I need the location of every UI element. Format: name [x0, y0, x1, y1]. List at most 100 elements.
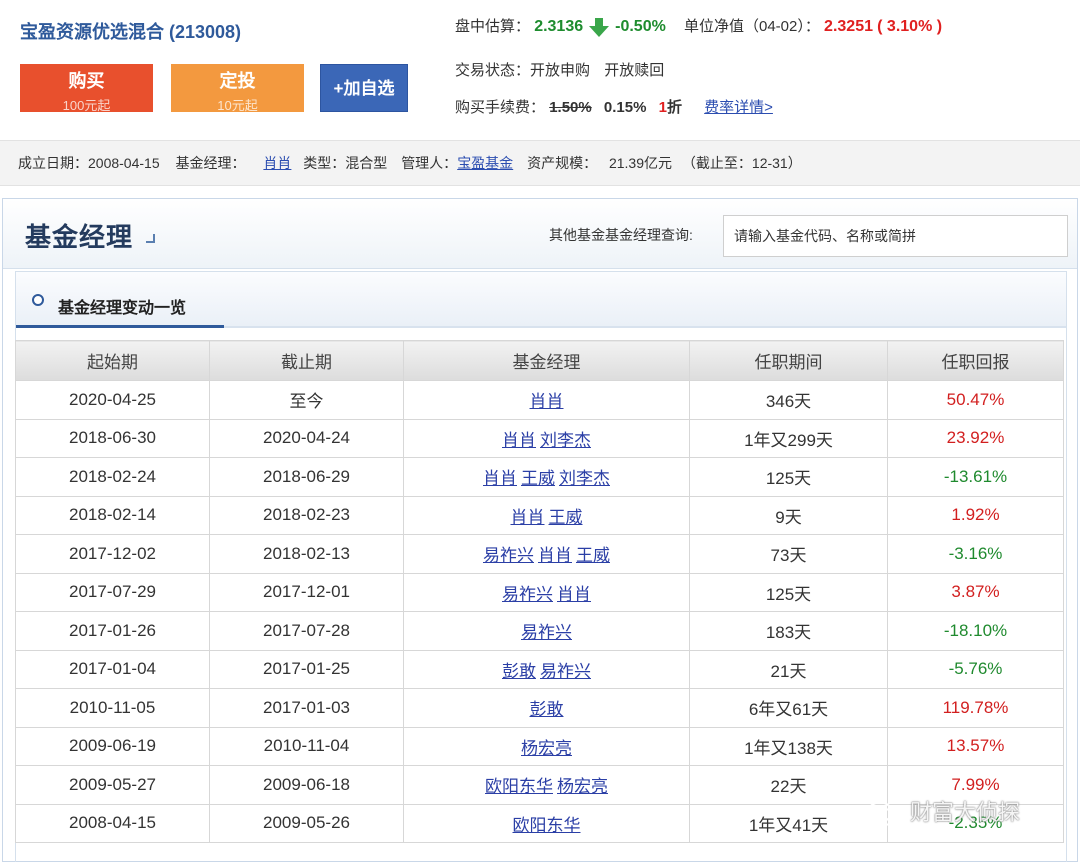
table-row: 2020-04-25 至今 肖肖 346天 50.47% — [15, 380, 1064, 420]
manager-link[interactable]: 肖肖 — [511, 508, 545, 527]
manager-link[interactable]: 肖肖 — [502, 431, 536, 450]
cell-managers: 易祚兴 — [403, 611, 690, 651]
manager-link[interactable]: 彭敢 — [530, 700, 564, 719]
manager-link[interactable]: 彭敢 — [502, 662, 536, 681]
sub-title: 基金经理变动一览 — [58, 300, 187, 317]
cell-return: -13.61% — [887, 457, 1064, 497]
fee-discount-num: 1 — [658, 99, 667, 116]
cell-return: 3.87% — [887, 572, 1064, 612]
header-return: 任职回报 — [887, 340, 1064, 381]
cell-end: 2018-02-13 — [209, 534, 404, 574]
estimate-change: -0.50% — [615, 18, 666, 35]
manager-link[interactable]: 王威 — [576, 546, 610, 565]
cell-start: 2018-02-14 — [15, 495, 210, 535]
plan-button-label: 定投 — [219, 71, 256, 91]
fee-label: 购买手续费： — [455, 99, 546, 116]
estimate-label: 盘中估算： — [455, 18, 531, 35]
sub-header: 基金经理变动一览 — [16, 272, 1066, 328]
manager-link[interactable]: 欧阳东华 — [513, 816, 581, 835]
company-label: 管理人： — [401, 155, 458, 171]
cell-start: 2017-07-29 — [15, 572, 210, 612]
cell-end: 2018-02-23 — [209, 495, 404, 535]
manager-link[interactable]: 肖肖 — [538, 546, 572, 565]
trade-status-row: 交易状态：开放申购 开放赎回 — [455, 60, 664, 82]
table-row: 2017-01-26 2017-07-28 易祚兴 183天 -18.10% — [15, 611, 1064, 651]
cell-period: 73天 — [689, 534, 888, 574]
table-row: 2017-12-02 2018-02-13 易祚兴 肖肖 王威 73天 -3.16% — [15, 534, 1064, 574]
nav-change: ( 3.10% ) — [877, 18, 943, 35]
tab-underline — [16, 325, 224, 328]
manager-link[interactable]: 杨宏亮 — [521, 739, 572, 758]
header-start: 起始期 — [15, 340, 210, 381]
cell-return: 13.57% — [887, 726, 1064, 766]
size-label: 资产规模： — [527, 155, 598, 171]
trade-status-label: 交易状态： — [455, 62, 531, 79]
watermark-text: 财富大侦探 — [910, 800, 1021, 825]
table-row: 2010-11-05 2017-01-03 彭敢 6年又61天 119.78% — [15, 688, 1064, 728]
manager-link[interactable]: 刘李杰 — [559, 469, 610, 488]
manager-link[interactable]: 肖肖 — [263, 155, 291, 171]
buy-button-sub: 100元起 — [62, 98, 111, 113]
manager-link[interactable]: 易祚兴 — [540, 662, 591, 681]
fee-original: 1.50% — [549, 99, 592, 116]
section-title: 基金经理 — [25, 222, 134, 252]
manager-link[interactable]: 肖肖 — [483, 469, 517, 488]
manager-link[interactable]: 易祚兴 — [521, 623, 572, 642]
established-label: 成立日期： — [18, 155, 88, 171]
manager-link[interactable]: 刘李杰 — [540, 431, 591, 450]
fund-info-bar: 成立日期：2008-04-15 基金经理： 肖肖 类型：混合型 管理人：宝盈基金… — [0, 140, 1080, 186]
cell-period: 183天 — [689, 611, 888, 651]
table-row: 2018-02-14 2018-02-23 肖肖 王威 9天 1.92% — [15, 495, 1064, 535]
cell-return: -5.76% — [887, 649, 1064, 689]
fee-current: 0.15% — [603, 99, 647, 116]
add-watchlist-button[interactable]: +加自选 — [320, 64, 408, 112]
cell-period: 1年又299天 — [689, 418, 888, 458]
manager-link[interactable]: 王威 — [521, 469, 555, 488]
wechat-icon — [867, 801, 902, 827]
company-link[interactable]: 宝盈基金 — [457, 155, 513, 171]
manager-link[interactable]: 杨宏亮 — [557, 777, 608, 796]
nav-label: 单位净值（04-02）： — [684, 18, 820, 35]
fund-header: 宝盈资源优选混合 (213008) 购买 100元起 定投 10元起 +加自选 … — [0, 0, 1080, 140]
cell-managers: 肖肖 刘李杰 — [403, 418, 690, 458]
cell-return: 119.78% — [887, 688, 1064, 728]
cell-managers: 肖肖 王威 刘李杰 — [403, 457, 690, 497]
section-header: 基金经理 其他基金基金经理查询: — [3, 199, 1077, 269]
manager-link[interactable]: 易祚兴 — [502, 585, 553, 604]
down-arrow-icon — [589, 17, 610, 37]
cell-end: 2017-12-01 — [209, 572, 404, 612]
cell-start: 2009-06-19 — [15, 726, 210, 766]
cell-end: 2017-01-25 — [209, 649, 404, 689]
watermark: 财富大侦探 — [866, 795, 1020, 827]
manager-search-input[interactable] — [723, 215, 1068, 257]
table-row: 2018-02-24 2018-06-29 肖肖 王威 刘李杰 125天 -13.61% — [15, 457, 1064, 497]
manager-link[interactable]: 欧阳东华 — [485, 777, 553, 796]
manager-link[interactable]: 肖肖 — [530, 392, 564, 411]
nav-value: 2.3251 — [824, 18, 873, 35]
established-date: 2008-04-15 — [88, 155, 160, 171]
estimate-value: 2.3136 — [534, 18, 584, 35]
manager-link[interactable]: 王威 — [549, 508, 583, 527]
manager-link[interactable]: 肖肖 — [557, 585, 591, 604]
header-manager: 基金经理 — [403, 340, 690, 381]
cell-end: 2009-06-18 — [209, 765, 404, 805]
cell-return: -3.16% — [887, 534, 1064, 574]
cell-period: 6年又61天 — [689, 688, 888, 728]
manager-link[interactable]: 易祚兴 — [483, 546, 534, 565]
manager-label: 基金经理： — [175, 155, 246, 171]
plan-button[interactable]: 定投 10元起 — [171, 64, 304, 112]
cell-period: 125天 — [689, 572, 888, 612]
cell-managers: 肖肖 王威 — [403, 495, 690, 535]
cell-period: 22天 — [689, 765, 888, 805]
query-label: 其他基金基金经理查询: — [549, 227, 693, 243]
table-header-row: 起始期 截止期 基金经理 任职期间 任职回报 — [15, 340, 1064, 381]
fee-detail-link[interactable]: 费率详情> — [704, 99, 773, 116]
fund-size: 21.39亿元 — [608, 155, 673, 171]
cell-start: 2018-02-24 — [15, 457, 210, 497]
buy-button[interactable]: 购买 100元起 — [20, 64, 153, 112]
fee-discount-unit: 折 — [666, 99, 682, 116]
cell-period: 1年又138天 — [689, 726, 888, 766]
fund-title[interactable]: 宝盈资源优选混合 (213008) — [20, 18, 241, 44]
expand-arrow-icon[interactable] — [146, 234, 155, 243]
cell-end: 2018-06-29 — [209, 457, 404, 497]
